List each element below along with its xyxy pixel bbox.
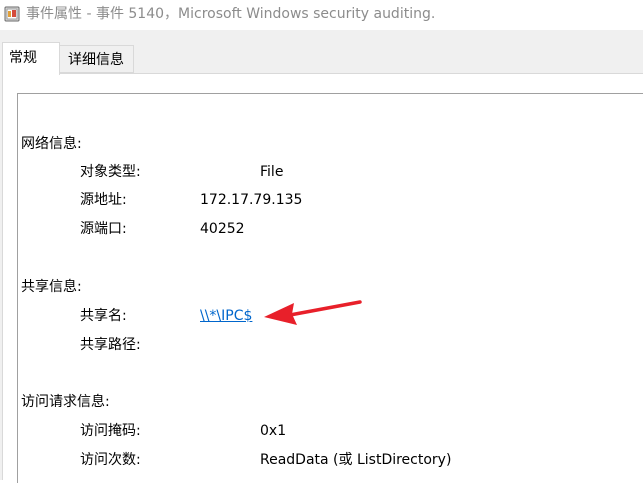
tab-strip: 常规 详细信息 [0,30,643,483]
field-value-source-address: 172.17.79.135 [200,192,303,208]
window-title: 事件属性 - 事件 5140，Microsoft Windows securit… [26,6,436,22]
field-label-source-port: 源端口: [80,221,127,237]
field-label-share-path: 共享路径: [80,337,141,353]
tab-page-general [2,73,643,483]
section-heading-share: 共享信息: [21,279,82,295]
title-bar: 事件属性 - 事件 5140，Microsoft Windows securit… [0,0,643,30]
section-heading-network: 网络信息: [21,136,82,152]
share-name-link[interactable]: \\*\IPC$ [200,307,252,325]
field-label-source-address: 源地址: [80,192,127,208]
red-arrow-icon [264,300,362,325]
field-label-access-list: 访问次数: [80,452,141,468]
field-value-access-list: ReadData (或 ListDirectory) [260,452,452,468]
tab-general[interactable]: 常规 [2,42,60,75]
tab-details[interactable]: 详细信息 [60,45,134,73]
field-value-object-type: File [260,164,284,180]
field-value-source-port: 40252 [200,221,245,237]
field-value-access-mask: 0x1 [260,423,287,439]
field-label-share-name: 共享名: [80,308,127,324]
section-heading-access: 访问请求信息: [21,394,110,410]
field-label-access-mask: 访问掩码: [80,423,141,439]
field-label-object-type: 对象类型: [80,164,141,180]
event-viewer-icon [4,6,20,22]
